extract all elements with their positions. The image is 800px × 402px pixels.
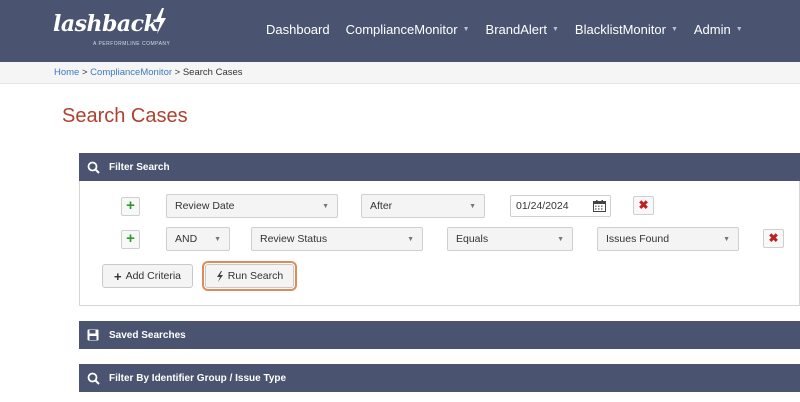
- save-icon: [87, 329, 103, 341]
- caret-down-icon: ▼: [322, 203, 329, 210]
- top-navbar: lashback A PERFORMLINE COMPANY Dashboard…: [0, 0, 800, 62]
- caret-down-icon: ▼: [214, 236, 221, 243]
- remove-row-button[interactable]: ✖: [633, 196, 654, 215]
- breadcrumb-separator: >: [172, 67, 183, 78]
- caret-down-icon: ▼: [557, 236, 564, 243]
- nav-brandalert[interactable]: BrandAlert ▼: [486, 22, 559, 37]
- nav-label: Admin: [693, 22, 731, 37]
- main-nav: Dashboard ComplianceMonitor ▼ BrandAlert…: [266, 22, 759, 37]
- value-select[interactable]: Issues Found ▼: [597, 227, 739, 251]
- page-title: Search Cases: [62, 105, 188, 127]
- plus-icon: +: [113, 268, 122, 284]
- breadcrumb-compliancemonitor-link[interactable]: ComplianceMonitor: [90, 67, 172, 78]
- select-value: AND: [175, 233, 198, 245]
- select-value: Equals: [456, 233, 489, 245]
- bolt-icon: [216, 270, 223, 282]
- breadcrumb-separator: >: [79, 67, 91, 78]
- nav-label: ComplianceMonitor: [345, 22, 458, 37]
- caret-down-icon: ▼: [735, 26, 743, 33]
- nav-blacklistmonitor[interactable]: BlacklistMonitor ▼: [575, 22, 678, 37]
- nav-compliancemonitor[interactable]: ComplianceMonitor ▼: [346, 22, 470, 37]
- breadcrumb-current: Search Cases: [182, 67, 243, 78]
- panel-title: Filter Search: [109, 161, 170, 173]
- filter-search-panel-body: + Review Date ▼ After ▼ 01/24/2024 ✖ + A…: [79, 181, 800, 306]
- caret-down-icon: ▼: [723, 236, 730, 243]
- run-search-button[interactable]: Run Search: [202, 261, 297, 291]
- breadcrumb-bar: Home > ComplianceMonitor > Search Cases: [0, 62, 800, 84]
- bolt-icon: [155, 8, 166, 34]
- caret-down-icon: ▼: [462, 26, 470, 33]
- remove-row-button[interactable]: ✖: [763, 229, 784, 248]
- field-select[interactable]: Review Status ▼: [251, 227, 423, 251]
- caret-down-icon: ▼: [551, 26, 559, 33]
- add-row-button[interactable]: +: [121, 197, 140, 216]
- search-icon: [87, 372, 103, 385]
- saved-searches-panel-header[interactable]: Saved Searches: [79, 321, 800, 349]
- nav-admin[interactable]: Admin ▼: [694, 22, 743, 37]
- select-value: Review Status: [260, 233, 328, 245]
- date-input[interactable]: 01/24/2024: [510, 195, 611, 217]
- select-value: Issues Found: [606, 233, 670, 245]
- conjunction-select[interactable]: AND ▼: [166, 227, 230, 251]
- identifier-group-panel-header[interactable]: Filter By Identifier Group / Issue Type: [79, 364, 800, 392]
- calendar-icon[interactable]: [593, 200, 606, 212]
- search-icon: [87, 161, 103, 174]
- panel-title: Saved Searches: [109, 329, 186, 341]
- date-value: 01/24/2024: [516, 200, 569, 212]
- caret-down-icon: ▼: [407, 236, 414, 243]
- field-select[interactable]: Review Date ▼: [166, 194, 338, 218]
- logo-tagline: A PERFORMLINE COMPANY: [93, 41, 171, 47]
- select-value: Review Date: [175, 200, 235, 212]
- add-row-button[interactable]: +: [121, 230, 140, 249]
- caret-down-icon: ▼: [670, 26, 678, 33]
- operator-select[interactable]: After ▼: [361, 194, 485, 218]
- operator-select[interactable]: Equals ▼: [447, 227, 573, 251]
- panel-title: Filter By Identifier Group / Issue Type: [109, 372, 287, 384]
- nav-dashboard[interactable]: Dashboard: [266, 22, 330, 37]
- lashback-logo[interactable]: lashback A PERFORMLINE COMPANY: [53, 8, 171, 47]
- breadcrumb-home-link[interactable]: Home: [54, 67, 79, 78]
- button-label: Run Search: [227, 270, 284, 282]
- caret-down-icon: ▼: [469, 203, 476, 210]
- nav-label: Dashboard: [266, 22, 330, 37]
- breadcrumb: Home > ComplianceMonitor > Search Cases: [54, 67, 243, 78]
- nav-label: BrandAlert: [485, 22, 547, 37]
- select-value: After: [370, 200, 393, 212]
- nav-label: BlacklistMonitor: [574, 22, 666, 37]
- filter-search-panel-header[interactable]: Filter Search: [79, 153, 800, 181]
- button-label: Add Criteria: [125, 270, 182, 282]
- add-criteria-button[interactable]: + Add Criteria: [102, 264, 193, 288]
